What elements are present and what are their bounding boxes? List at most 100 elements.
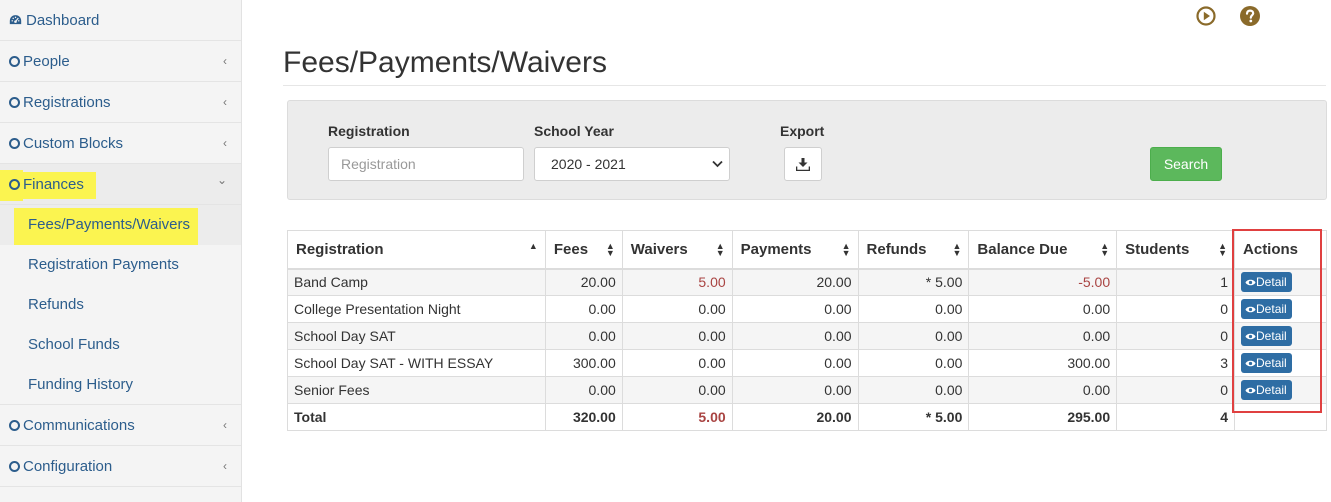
detail-button[interactable]: Detail bbox=[1241, 272, 1292, 293]
cell-total-refunds: * 5.00 bbox=[857, 403, 970, 431]
column-header-payments[interactable]: Payments ▲ ▼ bbox=[731, 230, 859, 270]
cell-registration: College Presentation Night bbox=[287, 295, 546, 323]
column-header-refunds[interactable]: Refunds ▲ ▼ bbox=[857, 230, 970, 270]
sidebar-subitem-label: Fees/Payments/Waivers bbox=[14, 208, 198, 245]
sidebar-subitem-label: School Funds bbox=[28, 336, 120, 353]
sort-asc-icon: ▲ bbox=[528, 241, 538, 251]
page-title: Fees/Payments/Waivers bbox=[283, 46, 607, 79]
sidebar: Dashboard People ‹ Registrations ‹ Custo… bbox=[0, 0, 242, 502]
sidebar-item-configuration[interactable]: Configuration ‹ bbox=[0, 446, 241, 487]
cell-actions: Detail bbox=[1234, 295, 1327, 323]
cell-fees: 0.00 bbox=[544, 376, 623, 404]
sidebar-subitem-registration-payments[interactable]: Registration Payments bbox=[0, 245, 241, 285]
cell-registration: Senior Fees bbox=[287, 376, 546, 404]
registration-filter-input[interactable] bbox=[328, 147, 524, 181]
column-header-balance-due[interactable]: Balance Due ▲ ▼ bbox=[968, 230, 1118, 270]
column-header-students[interactable]: Students ▲ ▼ bbox=[1116, 230, 1236, 270]
detail-button[interactable]: Detail bbox=[1241, 326, 1292, 346]
export-label: Export bbox=[780, 123, 825, 139]
column-header-actions: Actions bbox=[1234, 230, 1327, 270]
sidebar-item-custom-blocks[interactable]: Custom Blocks ‹ bbox=[0, 123, 241, 164]
table-row: Band Camp 20.00 5.00 20.00 * 5.00 -5.00 … bbox=[287, 268, 1327, 296]
download-icon bbox=[796, 158, 810, 171]
cell-waivers: 0.00 bbox=[621, 376, 733, 404]
detail-button[interactable]: Detail bbox=[1241, 353, 1292, 373]
school-year-label: School Year bbox=[534, 123, 614, 139]
detail-button[interactable]: Detail bbox=[1241, 380, 1292, 400]
chevron-left-icon: ‹ bbox=[223, 136, 227, 150]
sidebar-subitem-refunds[interactable]: Refunds bbox=[0, 285, 241, 325]
export-button[interactable] bbox=[784, 147, 822, 181]
cell-fees: 300.00 bbox=[544, 349, 623, 377]
cell-total-students: 4 bbox=[1116, 403, 1236, 431]
circle-icon bbox=[9, 56, 20, 67]
sort-icon: ▲ ▼ bbox=[952, 241, 962, 258]
column-header-registration[interactable]: Registration ▲ bbox=[287, 230, 546, 270]
circle-icon bbox=[9, 97, 20, 108]
fees-table: Registration ▲ Fees ▲ ▼ Waivers ▲ ▼ Payments ▲… bbox=[287, 230, 1327, 431]
search-button[interactable]: Search bbox=[1150, 147, 1222, 181]
table-header-row: Registration ▲ Fees ▲ ▼ Waivers ▲ ▼ Payments ▲… bbox=[287, 230, 1327, 270]
circle-icon bbox=[9, 461, 20, 472]
table-row: School Day SAT 0.00 0.00 0.00 0.00 0.00 … bbox=[287, 322, 1327, 350]
school-year-select[interactable]: 2020 - 2021 bbox=[534, 147, 730, 181]
cell-payments: 0.00 bbox=[731, 295, 859, 323]
eye-icon bbox=[1245, 280, 1256, 286]
sidebar-subitem-label: Refunds bbox=[28, 296, 84, 313]
cell-fees: 20.00 bbox=[544, 268, 623, 296]
cell-fees: 0.00 bbox=[544, 322, 623, 350]
sidebar-subitem-fees-payments-waivers[interactable]: Fees/Payments/Waivers bbox=[0, 205, 241, 245]
cell-students: 0 bbox=[1116, 295, 1236, 323]
chevron-left-icon: ‹ bbox=[223, 418, 227, 432]
cell-balance-due: 0.00 bbox=[968, 376, 1118, 404]
detail-button[interactable]: Detail bbox=[1241, 299, 1292, 319]
sidebar-item-people[interactable]: People ‹ bbox=[0, 41, 241, 82]
sidebar-item-dashboard[interactable]: Dashboard bbox=[0, 0, 241, 41]
cell-payments: 20.00 bbox=[731, 268, 859, 296]
cell-total-waivers: 5.00 bbox=[621, 403, 733, 431]
cell-waivers: 5.00 bbox=[621, 268, 733, 296]
sidebar-subitem-school-funds[interactable]: School Funds bbox=[0, 325, 241, 365]
title-divider bbox=[283, 85, 1326, 86]
eye-icon bbox=[1245, 306, 1256, 313]
sidebar-item-registrations[interactable]: Registrations ‹ bbox=[0, 82, 241, 123]
table-row: College Presentation Night 0.00 0.00 0.0… bbox=[287, 295, 1327, 323]
cell-students: 0 bbox=[1116, 322, 1236, 350]
sidebar-item-finances[interactable]: Finances ⌄ bbox=[0, 164, 241, 205]
school-year-value: 2020 - 2021 bbox=[551, 156, 626, 172]
cell-balance-due: -5.00 bbox=[968, 268, 1118, 296]
sidebar-item-communications[interactable]: Communications ‹ bbox=[0, 405, 241, 446]
cell-payments: 0.00 bbox=[731, 322, 859, 350]
cell-registration: Band Camp bbox=[287, 268, 546, 296]
cell-actions: Detail bbox=[1234, 322, 1327, 350]
chevron-left-icon: ‹ bbox=[223, 95, 227, 109]
registration-filter-label: Registration bbox=[328, 123, 410, 139]
circle-icon bbox=[9, 420, 20, 431]
cell-registration: School Day SAT - WITH ESSAY bbox=[287, 349, 546, 377]
circle-icon bbox=[9, 179, 20, 190]
chevron-left-icon: ‹ bbox=[223, 459, 227, 473]
sidebar-subitem-funding-history[interactable]: Funding History bbox=[0, 365, 241, 405]
question-circle-icon[interactable] bbox=[1240, 6, 1260, 26]
cell-payments: 0.00 bbox=[731, 349, 859, 377]
sidebar-item-label: Communications bbox=[23, 417, 135, 434]
column-header-waivers[interactable]: Waivers ▲ ▼ bbox=[621, 230, 733, 270]
chevron-down-icon bbox=[712, 148, 723, 180]
cell-total-payments: 20.00 bbox=[731, 403, 859, 431]
sort-icon: ▲ ▼ bbox=[715, 241, 725, 258]
cell-total-label: Total bbox=[287, 403, 546, 431]
cell-total-balance-due: 295.00 bbox=[968, 403, 1118, 431]
table-row: Senior Fees 0.00 0.00 0.00 0.00 0.00 0 D… bbox=[287, 376, 1327, 404]
sort-icon: ▲ ▼ bbox=[1218, 241, 1228, 258]
play-circle-icon[interactable] bbox=[1196, 6, 1216, 26]
dashboard-gauge-icon bbox=[9, 15, 22, 25]
cell-refunds: * 5.00 bbox=[857, 268, 970, 296]
sidebar-item-label: Custom Blocks bbox=[23, 135, 124, 152]
cell-students: 1 bbox=[1116, 268, 1236, 296]
cell-refunds: 0.00 bbox=[857, 295, 970, 323]
cell-actions: Detail bbox=[1234, 349, 1327, 377]
column-header-fees[interactable]: Fees ▲ ▼ bbox=[544, 230, 623, 270]
cell-balance-due: 0.00 bbox=[968, 295, 1118, 323]
eye-icon bbox=[1245, 333, 1256, 340]
sidebar-item-label: People bbox=[23, 53, 70, 70]
